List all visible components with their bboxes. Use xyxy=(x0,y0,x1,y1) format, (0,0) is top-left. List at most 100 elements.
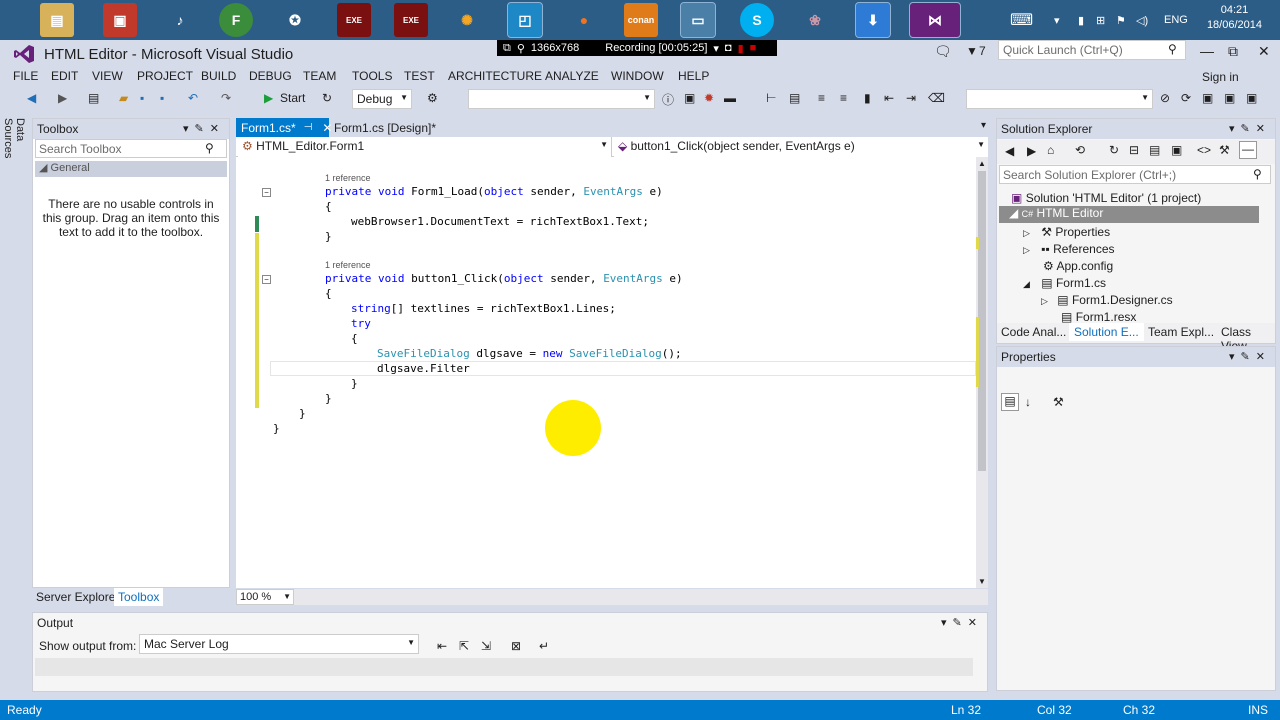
properties-icon[interactable]: ▣ xyxy=(1171,143,1182,157)
show-all-files-icon[interactable]: ▤ xyxy=(1149,143,1160,157)
toolbox-search-input[interactable]: Search Toolbox xyxy=(35,139,227,158)
goto-icon[interactable]: ⇱ xyxy=(459,639,469,653)
goto-next-icon[interactable]: ⇲ xyxy=(481,639,491,653)
download-icon[interactable]: ⬇ xyxy=(855,2,891,38)
panel-controls[interactable]: ▾✎✕ xyxy=(941,616,983,629)
dropdown-icon[interactable]: ▾ xyxy=(713,42,719,55)
prev-message-icon[interactable]: ⇤ xyxy=(437,639,447,653)
platform-select[interactable]: ▼ xyxy=(468,89,655,109)
clear-all-icon[interactable]: ⊠ xyxy=(511,639,521,653)
configuration-select[interactable]: Debug ▼ xyxy=(352,89,412,109)
exe-icon-1[interactable]: EXE xyxy=(337,3,371,37)
stop-icon[interactable]: ⊘ xyxy=(1160,91,1170,105)
panel-controls[interactable]: ▾✎✕ xyxy=(183,122,225,135)
forward-icon[interactable]: ▶ xyxy=(58,91,67,105)
network-icon[interactable]: ⊞ xyxy=(1096,14,1105,27)
search-icon[interactable]: ⚲ xyxy=(1168,42,1177,56)
sign-in-link[interactable]: Sign in xyxy=(1202,70,1239,84)
toolbox-group-general[interactable]: ◢ General xyxy=(35,161,227,177)
visual-studio-taskbar-icon[interactable]: ⋈ xyxy=(909,2,961,38)
next-bookmark-icon[interactable]: ⇥ xyxy=(906,91,916,105)
tool-icon-1[interactable]: ▣ xyxy=(1202,91,1213,105)
redo-icon[interactable]: ↷ xyxy=(221,91,231,105)
comment-icon[interactable]: ▤ xyxy=(789,91,800,105)
tab-code-analysis[interactable]: Code Anal... xyxy=(1001,325,1066,339)
indent-icon[interactable]: ≡ xyxy=(840,91,847,105)
open-file-icon[interactable]: ▰ xyxy=(119,91,128,105)
start-play-icon[interactable]: ▶ xyxy=(264,91,273,105)
search-icon[interactable]: ⚲ xyxy=(205,141,214,155)
menu-project[interactable]: PROJECT xyxy=(137,69,193,83)
tree-app-config[interactable]: ⚙ App.config xyxy=(1043,259,1113,273)
menu-team[interactable]: TEAM xyxy=(303,69,336,83)
scroll-down-icon[interactable]: ▼ xyxy=(978,577,986,586)
tab-form1-design[interactable]: Form1.cs [Design]* xyxy=(329,118,441,137)
scroll-up-icon[interactable]: ▲ xyxy=(978,159,986,168)
sync-icon[interactable]: ⟲ xyxy=(1075,143,1085,157)
camera-icon[interactable]: ◘ xyxy=(725,42,732,54)
collapse-all-icon[interactable]: ⊟ xyxy=(1129,143,1139,157)
find-combo[interactable]: ▼ xyxy=(966,89,1153,109)
menu-test[interactable]: TEST xyxy=(404,69,435,83)
keyboard-icon[interactable]: ⌨ xyxy=(1010,10,1033,30)
app-icon-3[interactable]: ✪ xyxy=(278,3,312,37)
panel-controls[interactable]: ▾✎✕ xyxy=(1229,350,1271,363)
resize-icon[interactable]: ⧉ xyxy=(503,42,511,55)
output-content[interactable] xyxy=(35,658,973,676)
app-icon-green[interactable]: F xyxy=(219,3,253,37)
collapse-icon[interactable]: − xyxy=(262,188,271,197)
outdent-icon[interactable]: ≡ xyxy=(818,91,825,105)
menu-help[interactable]: HELP xyxy=(678,69,709,83)
zoom-select[interactable]: 100 % ▼ xyxy=(236,589,294,605)
categorized-icon[interactable]: ▤ xyxy=(1001,393,1019,411)
conan-icon[interactable]: conan xyxy=(624,3,658,37)
volume-icon[interactable]: ◁) xyxy=(1136,14,1148,27)
tree-form1-resx[interactable]: ▤ Form1.resx xyxy=(1061,310,1136,324)
notifications-flag-icon[interactable]: ▼ xyxy=(966,44,978,58)
tab-form1-cs[interactable]: Form1.cs* ⊣ ✕ xyxy=(236,118,332,137)
menu-analyze[interactable]: ANALYZE xyxy=(545,69,599,83)
restore-button[interactable]: ⧉ xyxy=(1228,43,1238,60)
class-selector[interactable]: ⚙ HTML_Editor.Form1 ▼ xyxy=(238,137,612,157)
refresh-icon[interactable]: ↻ xyxy=(1109,143,1119,157)
maximize-app-icon[interactable]: ◰ xyxy=(507,2,543,38)
app-icon-4[interactable]: ❀ xyxy=(798,3,832,37)
menu-tools[interactable]: TOOLS xyxy=(352,69,392,83)
microphone-icon[interactable]: ♪ xyxy=(163,3,197,37)
menu-file[interactable]: FILE xyxy=(13,69,38,83)
code-editor[interactable]: − − 1 reference private void Form1_Load(… xyxy=(236,157,988,588)
window-icon[interactable]: ▭ xyxy=(680,2,716,38)
align-icon[interactable]: ⊢ xyxy=(766,91,776,105)
browser-icon[interactable]: ▣ xyxy=(684,91,695,105)
feedback-icon[interactable]: 🗨 xyxy=(934,43,952,60)
file-explorer-icon[interactable]: ▤ xyxy=(40,3,74,37)
back-icon[interactable]: ◀ xyxy=(1005,144,1014,158)
tree-references[interactable]: ▷ ▪▪ References xyxy=(1023,242,1115,256)
menu-build[interactable]: BUILD xyxy=(201,69,236,83)
clock[interactable]: 04:21 18/06/2014 xyxy=(1207,3,1262,33)
clear-bookmarks-icon[interactable]: ⌫ xyxy=(928,91,945,105)
chevron-down-icon[interactable]: ▾ xyxy=(1054,14,1060,27)
codelens-reference[interactable]: 1 reference xyxy=(325,260,371,270)
tool-icon-2[interactable]: ▣ xyxy=(1224,91,1235,105)
tab-team-explorer[interactable]: Team Expl... xyxy=(1148,325,1214,339)
search-icon[interactable]: ⚲ xyxy=(1253,167,1262,181)
stop-icon[interactable]: ■ xyxy=(750,42,757,54)
menu-window[interactable]: WINDOW xyxy=(611,69,664,83)
info-icon[interactable]: ⓘ xyxy=(662,91,674,108)
flag-icon[interactable]: ⚑ xyxy=(1116,14,1126,27)
pinwheel-icon[interactable]: ✺ xyxy=(450,3,484,37)
start-button[interactable]: Start xyxy=(280,91,305,105)
home-icon[interactable]: ⌂ xyxy=(1047,143,1054,157)
alphabetical-icon[interactable]: ↓ xyxy=(1025,395,1031,409)
bookmark-icon[interactable]: ▮ xyxy=(864,91,871,105)
prev-bookmark-icon[interactable]: ⇤ xyxy=(884,91,894,105)
wrench-icon[interactable]: ⚒ xyxy=(1219,143,1230,157)
refresh-icon[interactable]: ↻ xyxy=(322,91,332,105)
menu-architecture[interactable]: ARCHITECTURE xyxy=(448,69,542,83)
menu-edit[interactable]: EDIT xyxy=(51,69,78,83)
language-indicator[interactable]: ENG xyxy=(1164,14,1188,26)
bug-icon[interactable]: ✹ xyxy=(704,91,714,105)
pause-icon[interactable]: ▮ xyxy=(738,42,744,55)
pin-icon[interactable]: ⊣ xyxy=(304,122,313,133)
